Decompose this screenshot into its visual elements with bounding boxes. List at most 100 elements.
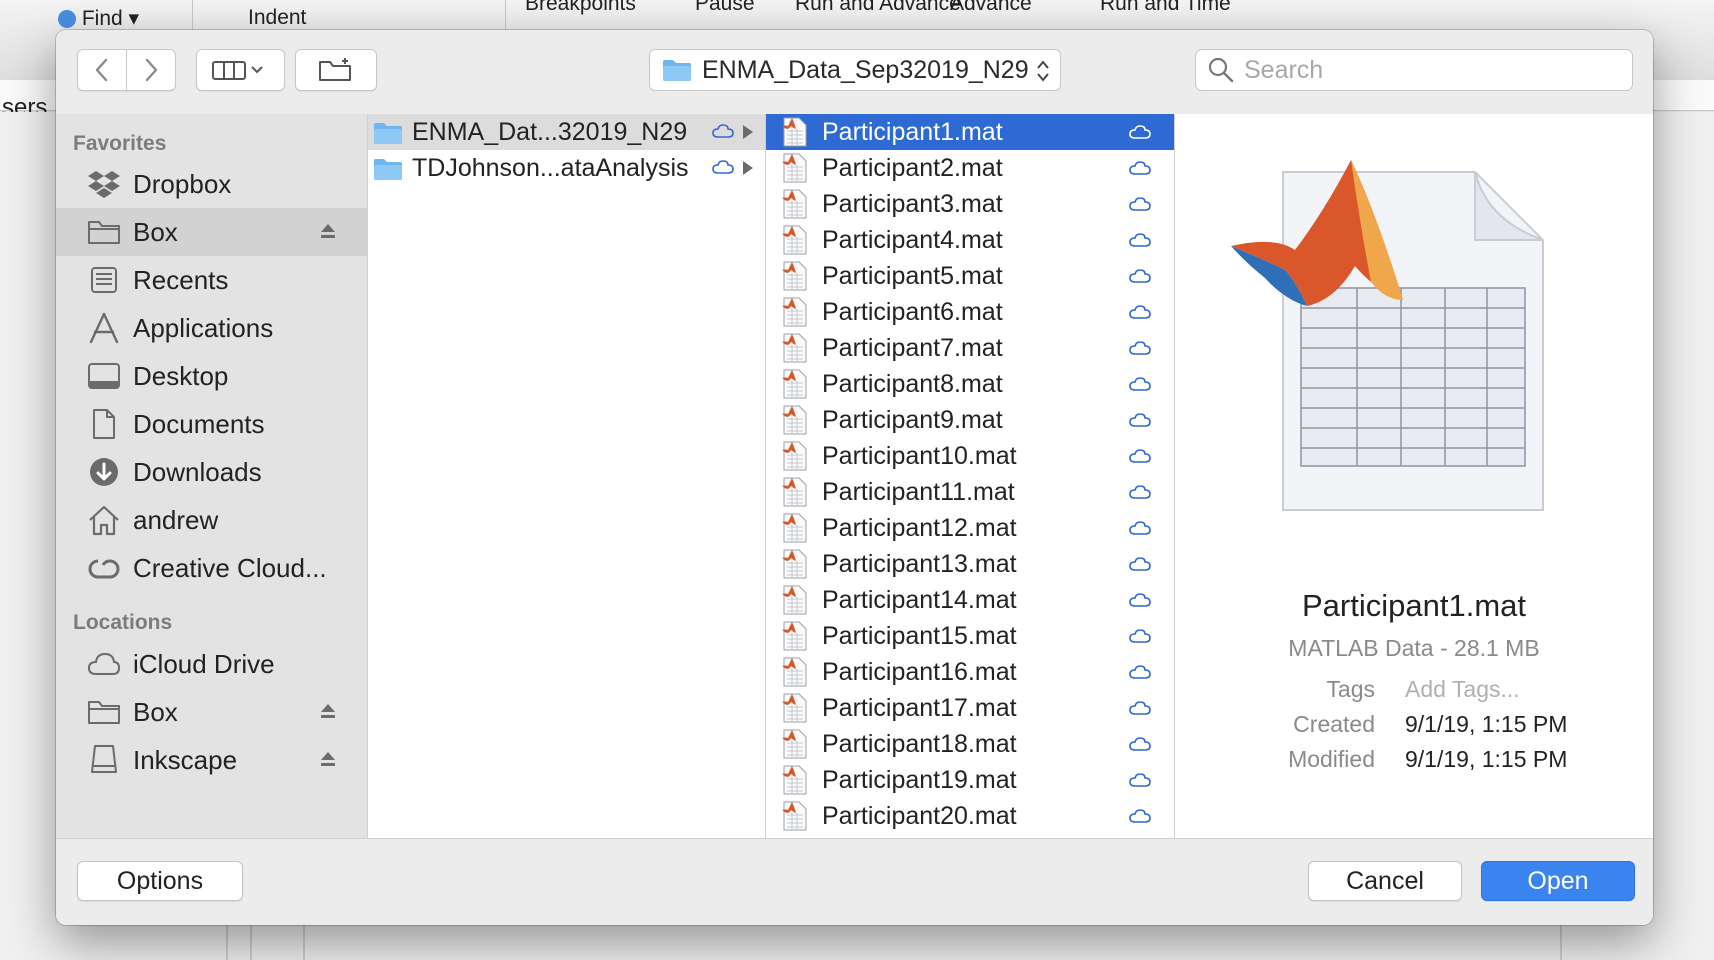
eject-icon[interactable] — [318, 749, 338, 769]
matlab-file-icon — [782, 693, 807, 723]
file-name: Participant2.mat — [822, 154, 1003, 182]
sidebar-item-documents[interactable]: Documents — [56, 400, 367, 448]
location-popup-label: ENMA_Data_Sep32019_N29 — [702, 55, 1029, 84]
file-row[interactable]: Participant12.mat — [766, 510, 1174, 546]
disk-icon — [91, 745, 117, 773]
file-row[interactable]: Participant2.mat — [766, 150, 1174, 186]
file-row[interactable]: Participant4.mat — [766, 222, 1174, 258]
eject-icon[interactable] — [318, 701, 338, 721]
file-row[interactable]: Participant19.mat — [766, 762, 1174, 798]
sidebar: Favorites Dropbox Box Recents Applicatio… — [56, 114, 368, 838]
sidebar-item-label: Creative Cloud... — [133, 552, 327, 583]
matlab-file-icon — [782, 369, 807, 399]
folder-icon — [663, 60, 691, 81]
file-name: Participant20.mat — [822, 802, 1017, 830]
search-field[interactable] — [1195, 49, 1633, 91]
bg-breakpoints-label: Breakpoints — [525, 0, 636, 15]
file-name: Participant1.mat — [822, 118, 1003, 146]
add-tags-field[interactable]: Add Tags... — [1405, 676, 1520, 703]
file-name: Participant10.mat — [822, 442, 1017, 470]
file-column: Participant1.mat Participant2.mat Particip… — [766, 114, 1175, 838]
matlab-file-icon — [782, 441, 807, 471]
eject-icon[interactable] — [318, 221, 338, 241]
file-row[interactable]: Participant9.mat — [766, 402, 1174, 438]
sidebar-item-inkscape[interactable]: Inkscape — [56, 736, 367, 784]
cloud-icon — [1129, 197, 1151, 211]
file-row[interactable]: Participant13.mat — [766, 546, 1174, 582]
cancel-button[interactable]: Cancel — [1308, 861, 1462, 901]
file-name: Participant18.mat — [822, 730, 1017, 758]
file-row[interactable]: Participant10.mat — [766, 438, 1174, 474]
desktop-icon — [88, 363, 120, 389]
folder-icon — [88, 701, 120, 724]
sidebar-item-recents[interactable]: Recents — [56, 256, 367, 304]
sidebar-item-applications[interactable]: Applications — [56, 304, 367, 352]
cloud-icon — [1129, 161, 1151, 175]
file-row[interactable]: Participant15.mat — [766, 618, 1174, 654]
file-row[interactable]: Participant7.mat — [766, 330, 1174, 366]
sidebar-item-icloud-drive[interactable]: iCloud Drive — [56, 640, 367, 688]
folder-column: ENMA_Dat...32019_N29 TDJohnson...ataAnal… — [368, 114, 766, 838]
file-row[interactable]: Participant1.mat — [766, 114, 1174, 150]
disclosure-arrow-icon — [743, 161, 753, 175]
search-input[interactable] — [1242, 54, 1626, 86]
back-button[interactable] — [77, 49, 127, 91]
bg-find-label: Find — [81, 7, 123, 30]
matlab-file-icon — [782, 225, 807, 255]
cloud-icon — [1129, 413, 1151, 427]
forward-button[interactable] — [126, 49, 176, 91]
sidebar-item-dropbox[interactable]: Dropbox — [56, 160, 367, 208]
matlab-file-icon — [782, 729, 807, 759]
file-row[interactable]: Participant6.mat — [766, 294, 1174, 330]
sidebar-item-downloads[interactable]: Downloads — [56, 448, 367, 496]
file-name: Participant15.mat — [822, 622, 1017, 650]
matlab-file-icon — [782, 189, 807, 219]
matlab-file-icon — [782, 153, 807, 183]
sidebar-item-label: Dropbox — [133, 168, 232, 199]
open-button[interactable]: Open — [1481, 861, 1635, 901]
file-row[interactable]: Participant18.mat — [766, 726, 1174, 762]
sidebar-item-box[interactable]: Box — [56, 208, 367, 256]
matlab-file-icon — [782, 297, 807, 327]
sidebar-item-andrew[interactable]: andrew — [56, 496, 367, 544]
icloud-icon — [87, 652, 121, 675]
folder-name: ENMA_Dat...32019_N29 — [412, 118, 688, 146]
file-row[interactable]: Participant11.mat — [766, 474, 1174, 510]
cloud-icon — [1129, 341, 1151, 355]
favorites-header: Favorites — [73, 132, 167, 155]
sidebar-item-label: Box — [133, 696, 178, 727]
cloud-icon — [1129, 701, 1151, 715]
cloud-icon — [1129, 521, 1151, 535]
file-row[interactable]: Participant16.mat — [766, 654, 1174, 690]
sidebar-item-label: Applications — [133, 312, 274, 343]
folder-row-tdjohnson[interactable]: TDJohnson...ataAnalysis — [368, 150, 765, 186]
cloud-icon — [1129, 449, 1151, 463]
new-folder-button[interactable] — [295, 49, 377, 91]
file-row[interactable]: Participant20.mat — [766, 798, 1174, 834]
creative-cloud-icon — [88, 559, 120, 579]
file-row[interactable]: Participant14.mat — [766, 582, 1174, 618]
file-row[interactable]: Participant5.mat — [766, 258, 1174, 294]
file-row[interactable]: Participant8.mat — [766, 366, 1174, 402]
matlab-file-icon — [1231, 160, 1544, 511]
location-popup[interactable]: ENMA_Data_Sep32019_N29 — [649, 49, 1061, 91]
column-view-icon — [211, 61, 263, 80]
sidebar-item-box-location[interactable]: Box — [56, 688, 367, 736]
open-file-dialog: ENMA_Data_Sep32019_N29 Favorites Dropbox — [56, 30, 1653, 925]
file-name: Participant4.mat — [822, 226, 1003, 254]
view-mode-button[interactable] — [196, 49, 285, 91]
folder-icon — [374, 159, 402, 180]
matlab-file-icon — [782, 621, 807, 651]
cloud-icon — [1129, 233, 1151, 247]
cloud-icon — [1129, 593, 1151, 607]
options-button[interactable]: Options — [77, 861, 243, 901]
matlab-file-icon — [782, 657, 807, 687]
matlab-file-icon — [782, 513, 807, 543]
file-name: Participant13.mat — [822, 550, 1017, 578]
file-row[interactable]: Participant3.mat — [766, 186, 1174, 222]
file-name: Participant11.mat — [822, 478, 1015, 506]
folder-row-enma[interactable]: ENMA_Dat...32019_N29 — [368, 114, 765, 150]
file-row[interactable]: Participant17.mat — [766, 690, 1174, 726]
sidebar-item-desktop[interactable]: Desktop — [56, 352, 367, 400]
sidebar-item-creative-cloud[interactable]: Creative Cloud... — [56, 544, 367, 592]
